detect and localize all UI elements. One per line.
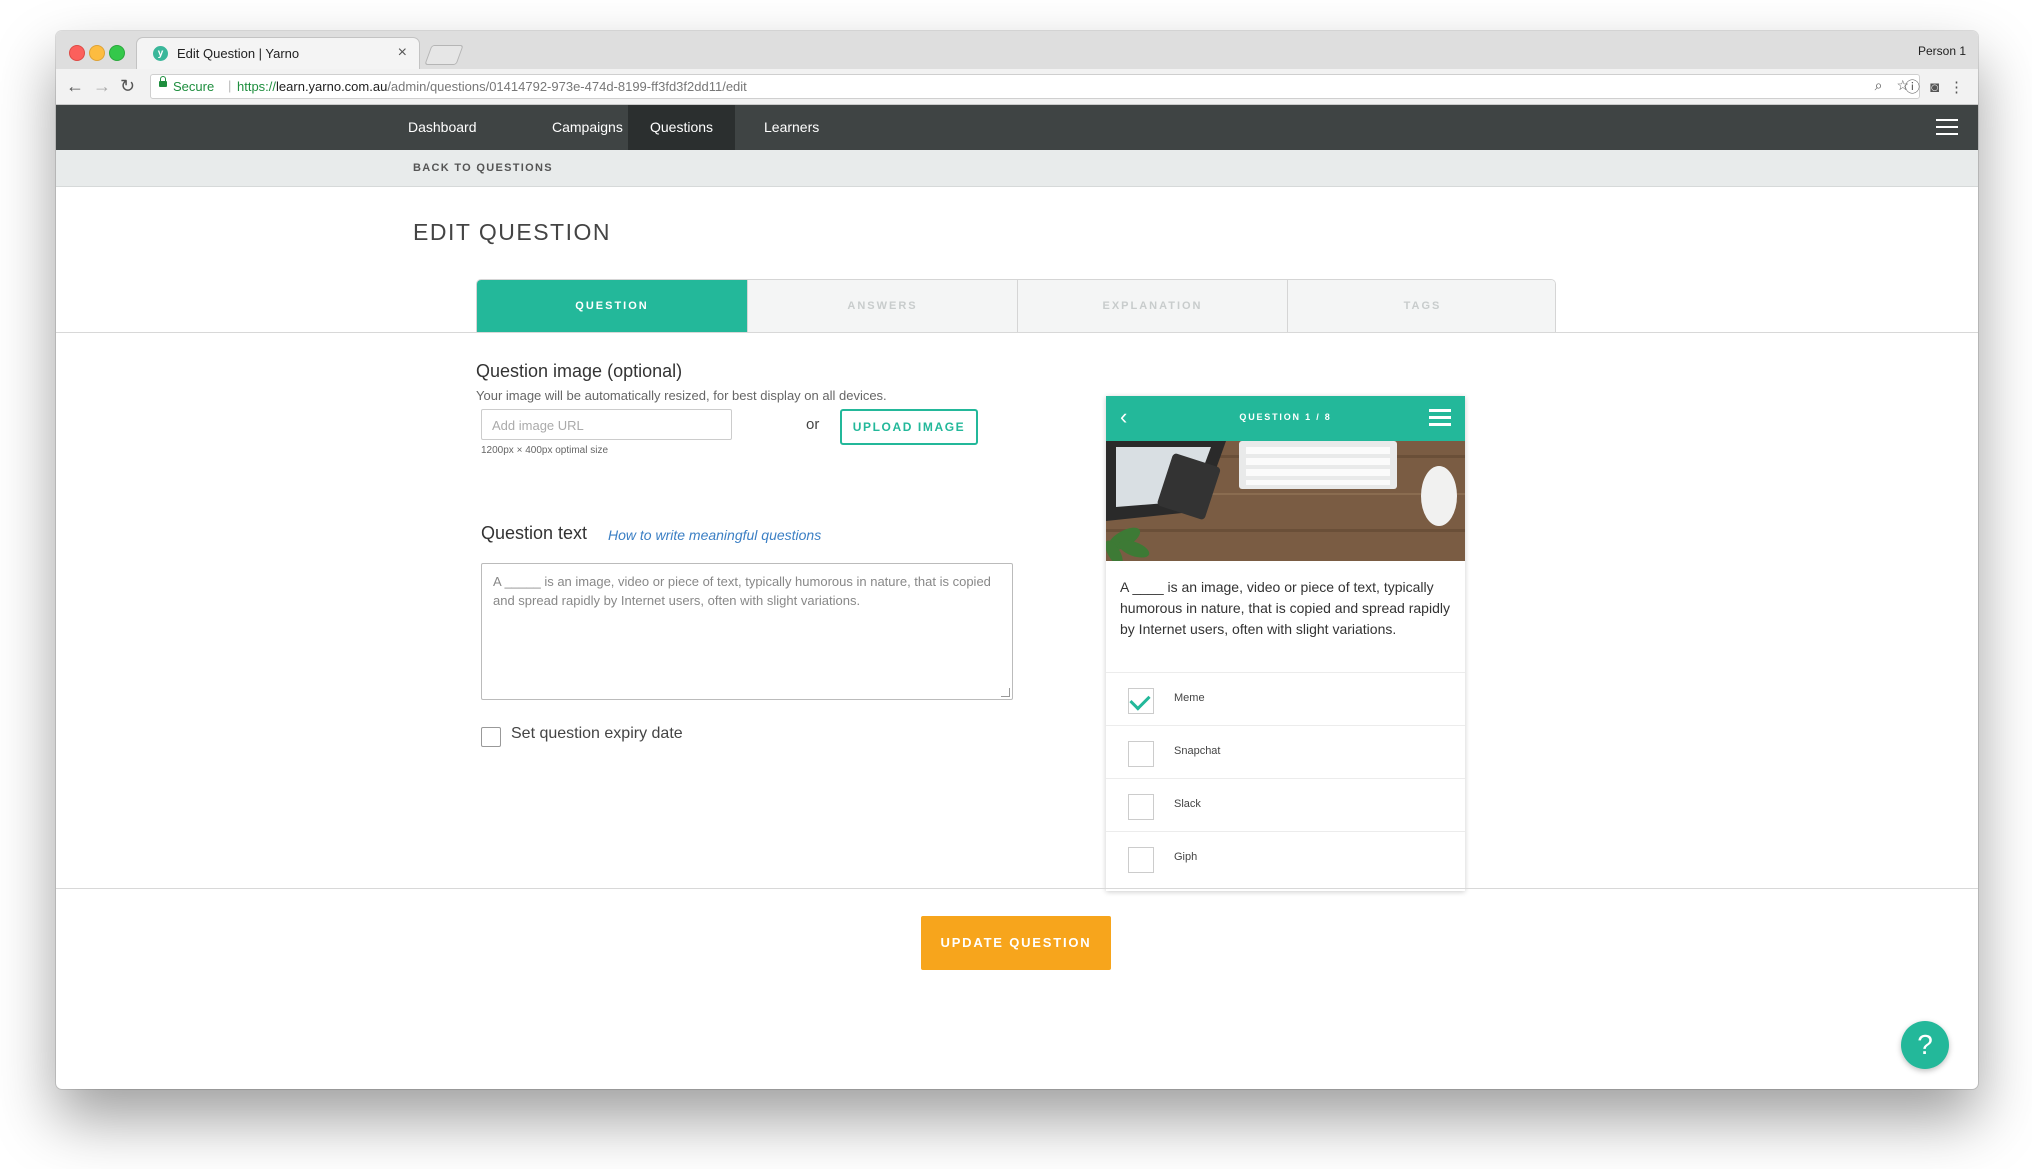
lock-icon [159, 76, 167, 87]
update-question-button[interactable]: UPDATE QUESTION [921, 916, 1111, 970]
tab-title: Edit Question | Yarno [177, 46, 300, 61]
tab-tags[interactable]: TAGS [1287, 280, 1555, 332]
zoom-icon[interactable]: ⌕ [1875, 77, 1883, 93]
or-label: or [806, 416, 820, 433]
browser-toolbar: ← → ↻ Secure | https://learn.yarno.com.a… [56, 69, 1978, 105]
new-tab-button[interactable] [424, 45, 464, 65]
step-tabs: QUESTION ANSWERS EXPLANATION TAGS [476, 279, 1556, 332]
resize-grip-icon[interactable] [1001, 688, 1010, 697]
tab-explanation[interactable]: EXPLANATION [1017, 280, 1287, 332]
preview-checkbox [1128, 794, 1154, 820]
question-text-area[interactable]: A _____ is an image, video or piece of t… [481, 563, 1013, 700]
reload-icon[interactable]: ↻ [120, 75, 135, 97]
tab-question[interactable]: QUESTION [477, 280, 747, 332]
profile-name[interactable]: Person 1 [1918, 44, 1966, 58]
preview-option-label: Giph [1174, 851, 1198, 863]
expiry-checkbox[interactable] [481, 727, 501, 747]
upload-image-button[interactable]: UPLOAD IMAGE [840, 409, 978, 445]
question-text-heading: Question text [481, 523, 588, 543]
preview-header: ‹ QUESTION 1 / 8 [1106, 396, 1465, 441]
back-to-questions-link[interactable]: BACK TO QUESTIONS [413, 162, 553, 174]
image-url-input[interactable]: Add image URL [481, 409, 732, 440]
preview-checkbox [1128, 741, 1154, 767]
expiry-label[interactable]: Set question expiry date [511, 725, 683, 743]
nav-item-questions[interactable]: Questions [628, 105, 736, 150]
preview-checkbox-checked [1128, 688, 1154, 714]
minimize-window-button[interactable] [89, 45, 105, 61]
back-bar: BACK TO QUESTIONS [56, 150, 1978, 187]
check-icon [1129, 689, 1151, 711]
yarno-favicon-icon: y [153, 46, 168, 61]
camera-icon[interactable]: ◙ [1930, 79, 1939, 96]
secure-label: Secure [173, 79, 215, 94]
divider [56, 332, 1978, 333]
url-path: /admin/questions/01414792-973e-474d-8199… [387, 79, 747, 94]
back-arrow-icon[interactable]: ← [66, 75, 84, 97]
preview-option-label: Meme [1174, 692, 1205, 704]
image-help-text: Your image will be automatically resized… [476, 388, 887, 403]
footer-divider [56, 888, 1978, 889]
url-text: https://learn.yarno.com.au/admin/questio… [237, 79, 747, 94]
preview-option-meme: Meme [1106, 672, 1465, 725]
preview-option-snapchat: Snapchat [1106, 725, 1465, 778]
app-nav-bar: Dashboard Campaigns Questions Learners [56, 105, 1978, 150]
desk-illustration [1106, 441, 1465, 566]
preview-desk-image [1106, 441, 1465, 566]
zoom-window-button[interactable] [109, 45, 125, 61]
question-text-value: A _____ is an image, video or piece of t… [493, 574, 991, 608]
preview-option-slack: Slack [1106, 778, 1465, 831]
browser-tab[interactable]: y Edit Question | Yarno × [136, 37, 420, 69]
extension-icons: ⓘ ◙ ⋮ [1895, 76, 1964, 97]
preview-option-giph: Giph [1106, 831, 1465, 884]
nav-item-learners[interactable]: Learners [742, 105, 841, 150]
hamburger-menu-icon[interactable] [1936, 119, 1958, 135]
nav-item-dashboard[interactable]: Dashboard [386, 105, 499, 150]
title-bar: y Edit Question | Yarno × Person 1 [56, 31, 1978, 69]
image-size-hint: 1200px × 400px optimal size [481, 445, 609, 456]
separator: | [228, 78, 232, 93]
preview-checkbox [1128, 847, 1154, 873]
page-title: EDIT QUESTION [413, 219, 611, 245]
tab-close-icon[interactable]: × [398, 44, 407, 62]
mobile-preview: ‹ QUESTION 1 / 8 A ____ is an image, vid… [1106, 396, 1465, 891]
tab-answers[interactable]: ANSWERS [747, 280, 1017, 332]
url-protocol: https:// [237, 79, 277, 94]
preview-title: QUESTION 1 / 8 [1239, 412, 1332, 422]
url-domain: learn.yarno.com.au [276, 79, 388, 94]
address-bar[interactable]: Secure | https://learn.yarno.com.au/admi… [150, 74, 1920, 99]
close-window-button[interactable] [69, 45, 85, 61]
help-question-icon[interactable]: ? [1901, 1021, 1949, 1069]
forward-arrow-icon[interactable]: → [93, 75, 111, 97]
preview-option-label: Snapchat [1174, 745, 1221, 757]
preview-menu-icon [1429, 409, 1451, 430]
menu-dots-icon[interactable]: ⋮ [1949, 79, 1964, 96]
browser-window: y Edit Question | Yarno × Person 1 ← → ↻… [56, 31, 1978, 1089]
question-image-heading: Question image (optional) [476, 361, 683, 381]
preview-question-text: A ____ is an image, video or piece of te… [1120, 579, 1450, 637]
preview-option-label: Slack [1174, 798, 1201, 810]
info-icon[interactable]: ⓘ [1905, 79, 1920, 96]
question-help-link[interactable]: How to write meaningful questions [608, 527, 821, 543]
